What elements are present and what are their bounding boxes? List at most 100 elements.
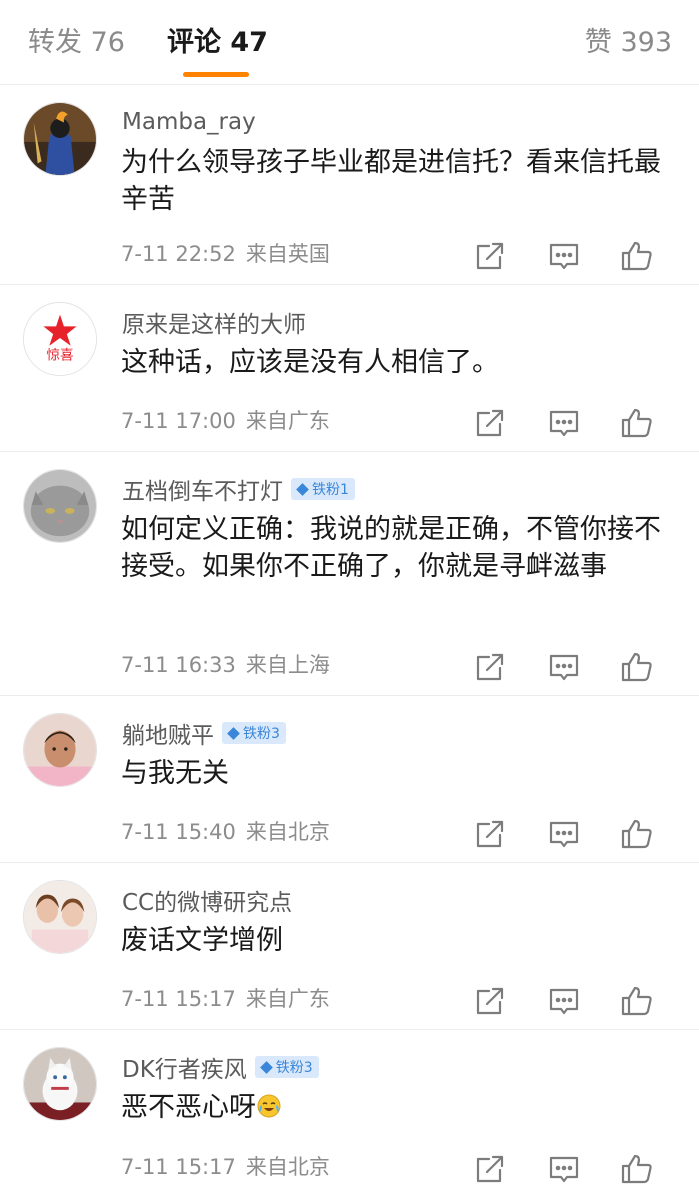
username[interactable]: Mamba_ray	[122, 109, 256, 135]
username-row: 原来是这样的大师	[122, 305, 306, 339]
username[interactable]: 躺地贼平	[122, 716, 214, 750]
share-button[interactable]	[470, 647, 510, 687]
comment-actions	[459, 236, 699, 276]
avatar[interactable]	[23, 469, 97, 543]
tab-repost[interactable]: 转发 76	[28, 24, 125, 62]
like-button[interactable]	[617, 981, 657, 1021]
comment-text: 如何定义正确：我说的就是正确，不管你接不接受。如果你不正确了，你就是寻衅滋事	[121, 514, 661, 582]
crying-laughing-emoji	[257, 1094, 281, 1118]
comment-icon	[549, 654, 579, 681]
comment-item: CC的微博研究点 废话文学增例 7-11 15:17 来自广东	[0, 863, 699, 1030]
comment-item: Mamba_ray 为什么领导孩子毕业都是进信托？看来信托最辛苦 7-11 22…	[0, 85, 699, 285]
share-icon	[476, 820, 504, 848]
comment-actions	[459, 981, 699, 1021]
like-button[interactable]	[617, 814, 657, 854]
comment-item: 躺地贼平 铁粉3 与我无关 7-11 15:40 来自北京	[0, 696, 699, 863]
share-icon	[476, 653, 504, 681]
reply-button[interactable]	[544, 403, 584, 443]
comment-source: 来自广东	[245, 409, 330, 433]
comment-icon	[549, 1156, 579, 1183]
comment-time: 7-11 16:33	[121, 653, 236, 677]
comment-item: 五档倒车不打灯 铁粉1 如何定义正确：我说的就是正确，不管你接不接受。如果你不正…	[0, 452, 699, 696]
thumbs-up-icon	[621, 408, 652, 438]
reply-button[interactable]	[544, 236, 584, 276]
comment-text: 废话文学增例	[121, 925, 283, 956]
share-icon	[476, 1155, 504, 1183]
thumbs-up-icon	[621, 1154, 652, 1184]
username[interactable]: DK行者疾风	[122, 1050, 247, 1084]
thumbs-up-icon	[621, 652, 652, 682]
comment-actions	[459, 814, 699, 854]
comment-icon	[549, 821, 579, 848]
share-button[interactable]	[470, 403, 510, 443]
comment-actions	[459, 403, 699, 443]
username[interactable]: CC的微博研究点	[122, 883, 292, 917]
comment-text: 与我无关	[121, 758, 229, 789]
comment-item: 惊喜 原来是这样的大师 这种话，应该是没有人相信了。 7-11 17:00 来自广…	[0, 285, 699, 452]
avatar[interactable]	[23, 713, 97, 787]
comment-meta: 7-11 15:17 来自北京	[121, 1151, 330, 1181]
username-row: 躺地贼平 铁粉3	[122, 716, 286, 750]
diamond-icon	[259, 1060, 273, 1074]
fan-badge: 铁粉1	[291, 478, 355, 500]
username-row: CC的微博研究点	[122, 883, 292, 917]
share-icon	[476, 987, 504, 1015]
like-button[interactable]	[617, 647, 657, 687]
avatar[interactable]: 惊喜	[23, 302, 97, 376]
comment-icon	[549, 243, 579, 270]
tab-comment[interactable]: 评论 47	[167, 24, 268, 62]
comment-actions	[459, 1149, 699, 1189]
fan-badge-label: 铁粉3	[275, 1060, 313, 1076]
diamond-icon	[296, 482, 309, 496]
fan-badge-label: 铁粉3	[243, 726, 280, 742]
comment-time: 7-11 22:52	[121, 242, 236, 266]
avatar[interactable]	[23, 1047, 97, 1121]
comment-time: 7-11 15:17	[121, 1155, 236, 1179]
comment-meta: 7-11 15:40 来自北京	[121, 816, 330, 846]
comment-source: 来自北京	[245, 1155, 330, 1179]
thumbs-up-icon	[621, 819, 652, 849]
reply-button[interactable]	[544, 981, 584, 1021]
share-icon	[476, 242, 504, 270]
like-button[interactable]	[617, 403, 657, 443]
username-row: DK行者疾风 铁粉3	[122, 1050, 319, 1084]
thumbs-up-icon	[621, 986, 652, 1016]
fan-badge-label: 铁粉1	[312, 482, 349, 498]
comment-icon	[549, 410, 579, 437]
comment-meta: 7-11 22:52 来自英国	[121, 238, 330, 268]
username-row: 五档倒车不打灯 铁粉1	[122, 472, 355, 506]
share-button[interactable]	[470, 1149, 510, 1189]
comment-actions	[459, 647, 699, 687]
comment-source: 来自英国	[245, 242, 330, 266]
share-button[interactable]	[470, 814, 510, 854]
comment-source: 来自上海	[245, 653, 330, 677]
comment-meta: 7-11 15:17 来自广东	[121, 983, 330, 1013]
comment-meta: 7-11 17:00 来自广东	[121, 405, 330, 435]
like-button[interactable]	[617, 1149, 657, 1189]
comment-item: DK行者疾风 铁粉3 恶不恶心呀 7-11 15:17 来自北京	[0, 1030, 699, 1197]
comment-text: 恶不恶心呀	[121, 1089, 681, 1126]
reply-button[interactable]	[544, 814, 584, 854]
avatar[interactable]	[23, 880, 97, 954]
reply-button[interactable]	[544, 647, 584, 687]
reply-button[interactable]	[544, 1149, 584, 1189]
diamond-icon	[227, 726, 240, 740]
avatar-badge-text: 惊喜	[46, 347, 73, 363]
fan-badge: 铁粉3	[254, 1056, 319, 1078]
username[interactable]: 五档倒车不打灯	[122, 472, 283, 506]
comment-time: 7-11 17:00	[121, 409, 236, 433]
tab-like[interactable]: 赞 393	[585, 24, 672, 62]
active-tab-indicator	[183, 72, 249, 77]
share-icon	[476, 409, 504, 437]
share-button[interactable]	[470, 236, 510, 276]
comment-text: 为什么领导孩子毕业都是进信托？看来信托最辛苦	[121, 147, 661, 215]
comment-list: Mamba_ray 为什么领导孩子毕业都是进信托？看来信托最辛苦 7-11 22…	[0, 85, 699, 1197]
like-button[interactable]	[617, 236, 657, 276]
comment-source: 来自北京	[245, 820, 330, 844]
avatar[interactable]	[23, 102, 97, 176]
comment-time: 7-11 15:17	[121, 987, 236, 1011]
thumbs-up-icon	[621, 241, 652, 271]
comment-icon	[549, 988, 579, 1015]
username[interactable]: 原来是这样的大师	[122, 305, 306, 339]
share-button[interactable]	[470, 981, 510, 1021]
